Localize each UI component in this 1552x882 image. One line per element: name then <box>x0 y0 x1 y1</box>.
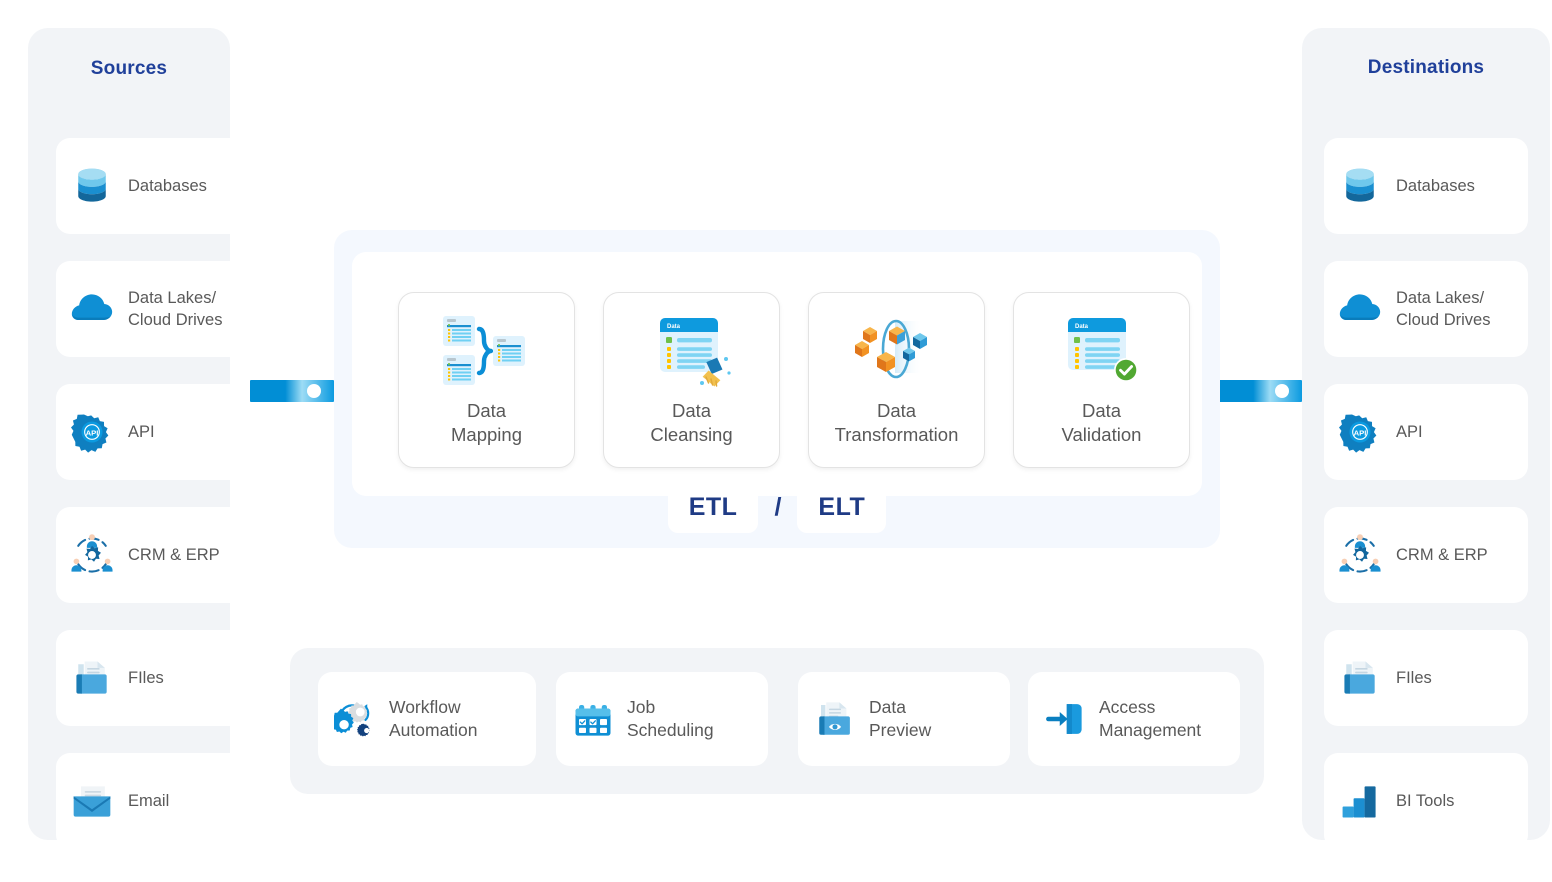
destination-item-databases[interactable]: Databases <box>1324 138 1528 234</box>
source-item-label: CRM & ERP <box>128 545 220 564</box>
destination-item-crm-erp[interactable]: CRM & ERP <box>1324 507 1528 603</box>
access-login-icon <box>1044 698 1086 740</box>
destination-item-label: CRM & ERP <box>1396 545 1488 564</box>
source-item-api[interactable]: API API <box>56 384 258 480</box>
pipeline-to-destination-connector <box>1218 380 1302 402</box>
features-panel: Workflow Automation Job Scheduling Data … <box>290 648 1264 794</box>
destination-item-label: Databases <box>1396 176 1475 195</box>
source-to-pipeline-connector <box>250 380 334 402</box>
source-item-label: Email <box>128 791 170 810</box>
cloud-icon <box>70 287 114 331</box>
connector-knob-icon <box>307 384 321 398</box>
feature-label: Access Management <box>1099 696 1202 740</box>
destination-item-label: BI Tools <box>1396 791 1455 810</box>
database-icon <box>70 164 114 208</box>
feature-label: Workflow Automation <box>389 696 478 740</box>
pipeline-stage-label: Data Validation <box>1061 400 1142 445</box>
connector-knob-icon <box>1275 384 1289 398</box>
etl-elt-badges: ETL / ELT <box>334 482 1220 533</box>
feature-label: Job Scheduling <box>627 696 714 740</box>
feature-access-management[interactable]: Access Management <box>1028 672 1240 766</box>
cloud-icon <box>1338 287 1382 331</box>
workflow-gears-icon <box>330 698 376 740</box>
pipeline-stage-data-cleansing[interactable]: Data Data Cleansing <box>603 292 780 468</box>
pipeline-stage-data-transformation[interactable]: Data Transformation <box>808 292 985 468</box>
svg-text:API: API <box>86 428 99 437</box>
files-icon <box>70 656 114 700</box>
sources-panel: Sources Databases Data Lakes/ Cloud Driv… <box>28 28 258 849</box>
elt-badge[interactable]: ELT <box>797 482 887 533</box>
bi-tools-icon <box>1338 779 1382 823</box>
pipeline-stage-label: Data Transformation <box>834 400 959 445</box>
destination-item-data-lakes-cloud-drives[interactable]: Data Lakes/ Cloud Drives <box>1324 261 1528 357</box>
database-icon <box>1338 164 1382 208</box>
sources-title: Sources <box>90 58 168 79</box>
destinations-title: Destinations <box>1367 57 1485 78</box>
calendar-icon <box>572 698 614 740</box>
badge-separator: / <box>774 493 782 521</box>
crm-erp-icon <box>70 533 114 577</box>
diagram-canvas: Sources Databases Data Lakes/ Cloud Driv… <box>0 0 1552 882</box>
data-transformation-icon <box>851 313 943 389</box>
pipeline-stage-data-mapping[interactable]: Data Mapping <box>398 292 575 468</box>
destinations-panel: Destinations Databases Data Lakes/ Cloud… <box>1302 28 1550 849</box>
source-item-label: API <box>128 422 155 441</box>
source-item-label: Databases <box>128 176 207 195</box>
pipeline-stage-label: Data Cleansing <box>650 400 733 445</box>
destination-item-files[interactable]: FIles <box>1324 630 1528 726</box>
svg-text:API: API <box>1354 428 1367 437</box>
source-item-label: Data Lakes/ Cloud Drives <box>128 288 223 329</box>
svg-text:Data: Data <box>1075 324 1089 330</box>
crm-erp-icon <box>1338 533 1382 577</box>
files-icon <box>1338 656 1382 700</box>
destination-item-label: FIles <box>1396 668 1432 687</box>
feature-workflow-automation[interactable]: Workflow Automation <box>318 672 536 766</box>
data-validation-icon: Data <box>1056 313 1148 389</box>
pipeline-stage-label: Data Mapping <box>451 400 522 445</box>
feature-label: Data Preview <box>869 696 932 740</box>
source-item-data-lakes-cloud-drives[interactable]: Data Lakes/ Cloud Drives <box>56 261 258 357</box>
source-item-files[interactable]: FIles <box>56 630 258 726</box>
email-icon <box>70 779 114 823</box>
source-item-databases[interactable]: Databases <box>56 138 258 234</box>
pipeline-stage-container: Data Mapping Data Data Cleansing Data Tr… <box>352 252 1202 496</box>
pipeline-stage-data-validation[interactable]: Data Data Validation <box>1013 292 1190 468</box>
data-mapping-icon <box>441 313 533 389</box>
data-cleansing-icon: Data <box>646 313 738 389</box>
destination-item-api[interactable]: API API <box>1324 384 1528 480</box>
destination-item-label: Data Lakes/ Cloud Drives <box>1396 288 1491 329</box>
source-item-crm-erp[interactable]: CRM & ERP <box>56 507 258 603</box>
feature-data-preview[interactable]: Data Preview <box>798 672 1010 766</box>
api-gear-icon: API <box>70 410 114 454</box>
source-item-email[interactable]: Email <box>56 753 258 849</box>
api-gear-icon: API <box>1338 410 1382 454</box>
pipeline-panel: Data Mapping Data Data Cleansing Data Tr… <box>334 230 1220 548</box>
svg-text:Data: Data <box>667 324 681 330</box>
source-item-label: FIles <box>128 668 164 687</box>
etl-badge[interactable]: ETL <box>667 482 759 533</box>
document-eye-icon <box>814 698 856 740</box>
feature-job-scheduling[interactable]: Job Scheduling <box>556 672 768 766</box>
destination-item-label: API <box>1396 422 1423 441</box>
destination-item-bi-tools[interactable]: BI Tools <box>1324 753 1528 849</box>
